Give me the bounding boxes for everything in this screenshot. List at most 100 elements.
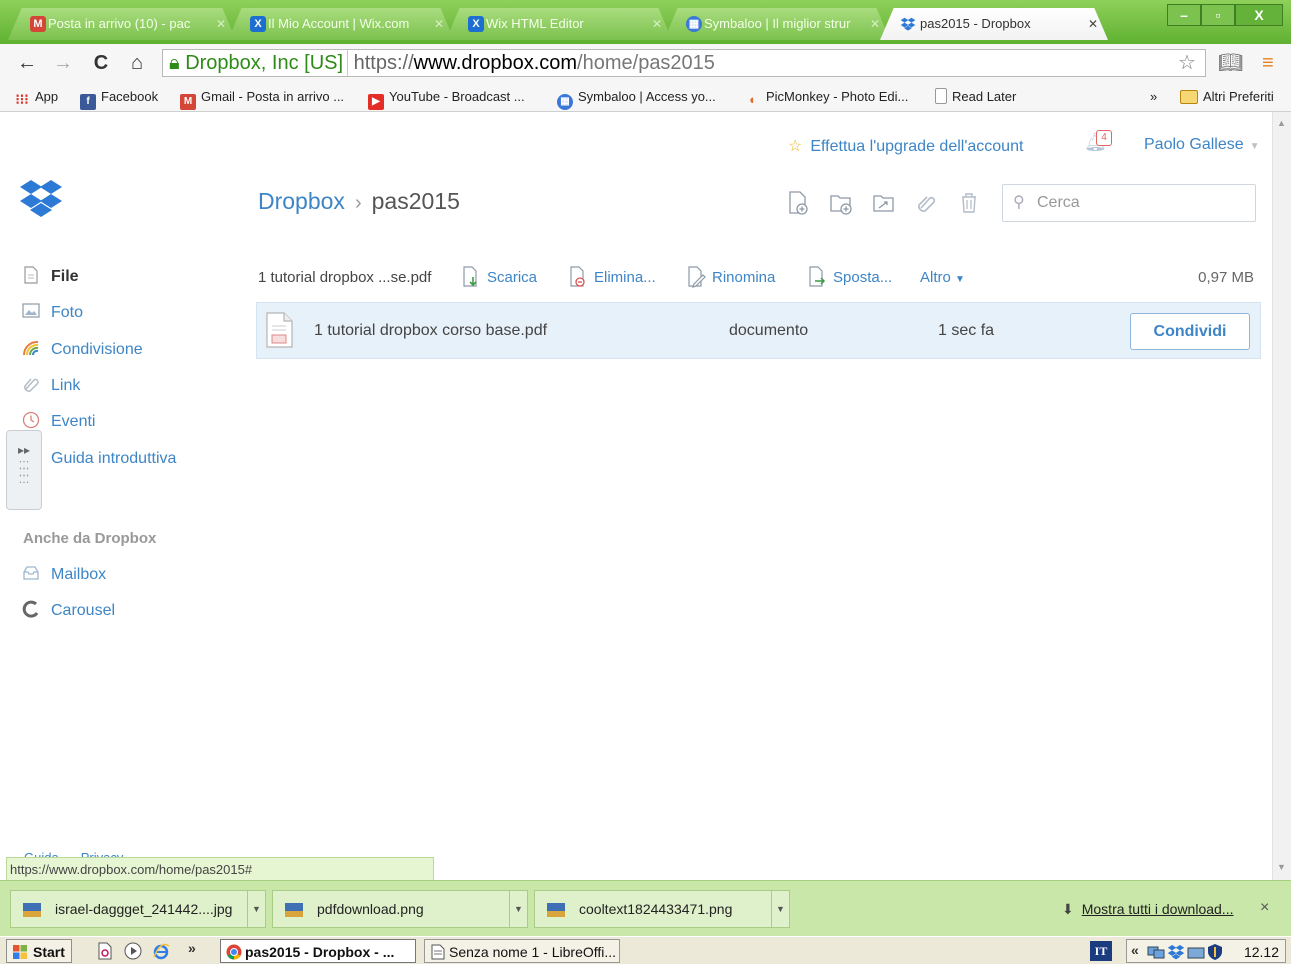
tab-close-icon[interactable]: ✕ bbox=[434, 8, 444, 40]
tab-dropbox[interactable]: pas2015 - Dropbox ✕ bbox=[880, 8, 1108, 40]
sharing-icon bbox=[22, 340, 39, 356]
sidebar-item-label: Foto bbox=[51, 304, 84, 321]
bookmark-youtube[interactable]: ▶ YouTube - Broadcast ... bbox=[368, 88, 525, 110]
quicklaunch-more[interactable]: » bbox=[188, 940, 196, 956]
bookmark-picmonkey[interactable]: ◐ PicMonkey - Photo Edi... bbox=[745, 88, 909, 107]
share-button[interactable]: Condividi bbox=[1130, 313, 1250, 350]
delete-icon bbox=[570, 266, 585, 287]
ev-certificate[interactable]: 🔒︎ Dropbox, Inc [US] bbox=[163, 50, 349, 76]
network-icon[interactable] bbox=[1147, 944, 1165, 960]
start-label: Start bbox=[33, 944, 65, 960]
new-file-icon[interactable] bbox=[786, 190, 810, 216]
move-button[interactable]: Sposta... bbox=[807, 266, 892, 290]
close-icon[interactable]: × bbox=[1260, 899, 1269, 917]
other-bookmarks-folder[interactable]: Altri Preferiti bbox=[1180, 88, 1274, 106]
home-button[interactable]: ⌂ bbox=[124, 50, 150, 76]
paperclip-link-icon[interactable] bbox=[915, 190, 939, 216]
rename-button[interactable]: Rinomina bbox=[686, 266, 775, 290]
download-button[interactable]: Scarica bbox=[461, 266, 537, 290]
dropbox-tray-icon[interactable] bbox=[1167, 944, 1185, 960]
new-folder-icon[interactable] bbox=[829, 190, 853, 216]
window-close-button[interactable]: X bbox=[1235, 4, 1283, 26]
bookmarks-overflow-button[interactable]: » bbox=[1150, 88, 1157, 106]
back-button[interactable]: ← bbox=[14, 50, 40, 76]
file-size: 0,97 MB bbox=[1198, 269, 1254, 286]
sidebar-item-guida[interactable]: Guida introduttiva bbox=[22, 448, 176, 470]
chevron-down-icon[interactable]: ▼ bbox=[247, 891, 265, 927]
reload-button[interactable]: C bbox=[88, 50, 114, 76]
download-item[interactable]: pdfdownload.png ▼ bbox=[272, 890, 528, 928]
tab-symbaloo[interactable]: ▦ Symbaloo | Il miglior strur ✕ bbox=[664, 8, 890, 40]
address-bar[interactable]: 🔒︎ Dropbox, Inc [US] https://www.dropbox… bbox=[162, 49, 1206, 77]
tray-expand-button[interactable]: « bbox=[1131, 942, 1139, 958]
download-item[interactable]: israel-daggget_241442....jpg ▼ bbox=[10, 890, 266, 928]
forward-button[interactable]: → bbox=[50, 50, 76, 76]
menu-icon[interactable]: ≡ bbox=[1262, 52, 1274, 74]
breadcrumb-root[interactable]: Dropbox bbox=[258, 188, 345, 214]
youtube-icon: ▶ bbox=[368, 94, 384, 110]
star-bookmark-icon[interactable]: ☆ bbox=[1178, 52, 1196, 74]
drag-handle[interactable]: ▸▸ ⁚⁚⁚ ⁚⁚⁚ ⁚⁚⁚ bbox=[6, 430, 42, 510]
upgrade-link[interactable]: ☆ Effettua l'upgrade dell'account bbox=[788, 136, 1023, 156]
reader-icon[interactable]: 📖︎ bbox=[1218, 52, 1243, 74]
file-name[interactable]: 1 tutorial dropbox corso base.pdf bbox=[314, 322, 547, 340]
tab-close-icon[interactable]: ✕ bbox=[1088, 8, 1098, 40]
trash-icon[interactable] bbox=[957, 190, 981, 216]
sidebar-item-mailbox[interactable]: Mailbox bbox=[22, 564, 106, 586]
download-icon bbox=[463, 266, 477, 287]
search-box[interactable]: ⚲ Cerca bbox=[1002, 184, 1256, 222]
minimize-button[interactable]: – bbox=[1167, 4, 1201, 26]
tab-close-icon[interactable]: ✕ bbox=[216, 8, 226, 40]
tab-title: Il Mio Account | Wix.com bbox=[268, 16, 410, 31]
url-path: /home/pas2015 bbox=[577, 52, 715, 74]
table-row[interactable]: 1 tutorial dropbox corso base.pdf docume… bbox=[256, 302, 1261, 359]
bookmark-read-later[interactable]: Read Later bbox=[935, 88, 1016, 106]
tab-wix-editor[interactable]: X Wix HTML Editor ✕ bbox=[446, 8, 672, 40]
libreoffice-icon[interactable] bbox=[96, 942, 114, 960]
scroll-down-icon[interactable]: ▼ bbox=[1277, 862, 1286, 872]
connection-icon[interactable] bbox=[1187, 944, 1205, 960]
more-dropdown[interactable]: Altro ▼ bbox=[920, 266, 965, 292]
show-all-downloads-link[interactable]: ⬇ Mostra tutti i download... bbox=[1062, 901, 1233, 918]
bookmark-facebook[interactable]: f Facebook bbox=[80, 88, 158, 110]
notifications-button[interactable]: 🔔︎ 4 bbox=[1084, 130, 1112, 158]
delete-label: Elimina... bbox=[594, 269, 656, 286]
dropbox-logo[interactable] bbox=[18, 176, 64, 220]
bookmark-app[interactable]: ⁝⁝⁝ App bbox=[14, 88, 58, 107]
language-indicator[interactable]: IT bbox=[1090, 941, 1112, 961]
more-label: Altro bbox=[920, 269, 951, 286]
maximize-button[interactable]: ▫ bbox=[1201, 4, 1235, 26]
bookmark-label: PicMonkey - Photo Edi... bbox=[766, 89, 909, 104]
tab-close-icon[interactable]: ✕ bbox=[652, 8, 662, 40]
page-scrollbar[interactable]: ▲ ▼ bbox=[1272, 112, 1291, 880]
start-button[interactable]: Start bbox=[6, 939, 72, 963]
also-from-dropbox-heading: Anche da Dropbox bbox=[23, 530, 157, 547]
chevron-down-icon[interactable]: ▼ bbox=[771, 891, 789, 927]
bookmark-symbaloo[interactable]: ▦ Symbaloo | Access yo... bbox=[557, 88, 716, 110]
media-player-icon[interactable] bbox=[124, 942, 142, 960]
tab-close-icon[interactable]: ✕ bbox=[870, 8, 880, 40]
task-label: pas2015 - Dropbox - ... bbox=[245, 944, 395, 960]
chevron-down-icon[interactable]: ▼ bbox=[509, 891, 527, 927]
gmail-icon: M bbox=[180, 94, 196, 110]
taskbar-item-libreoffice[interactable]: Senza nome 1 - LibreOffi... bbox=[424, 939, 620, 963]
tab-wix-account[interactable]: X Il Mio Account | Wix.com ✕ bbox=[228, 8, 454, 40]
scroll-up-icon[interactable]: ▲ bbox=[1277, 118, 1286, 128]
user-menu[interactable]: Paolo Gallese ▼ bbox=[1144, 136, 1260, 154]
bookmark-gmail[interactable]: M Gmail - Posta in arrivo ... bbox=[180, 88, 344, 110]
sidebar-item-foto[interactable]: Foto bbox=[22, 302, 83, 324]
facebook-icon: f bbox=[80, 94, 96, 110]
sidebar-item-condivisione[interactable]: Condivisione bbox=[22, 339, 143, 361]
sidebar-item-file[interactable]: File bbox=[22, 266, 79, 288]
antivirus-shield-icon[interactable] bbox=[1207, 943, 1223, 961]
delete-button[interactable]: Elimina... bbox=[568, 266, 656, 290]
sidebar-item-carousel[interactable]: Carousel bbox=[22, 600, 115, 622]
tab-gmail[interactable]: M Posta in arrivo (10) - pac ✕ bbox=[8, 8, 236, 40]
shared-folder-icon[interactable] bbox=[872, 190, 896, 216]
url-scheme: https:// bbox=[353, 52, 414, 74]
download-item[interactable]: cooltext1824433471.png ▼ bbox=[534, 890, 790, 928]
sidebar-item-link[interactable]: Link bbox=[22, 375, 80, 397]
internet-explorer-icon[interactable] bbox=[152, 942, 170, 960]
taskbar-item-chrome[interactable]: pas2015 - Dropbox - ... bbox=[220, 939, 416, 963]
chevron-down-icon: ▼ bbox=[1249, 141, 1260, 152]
